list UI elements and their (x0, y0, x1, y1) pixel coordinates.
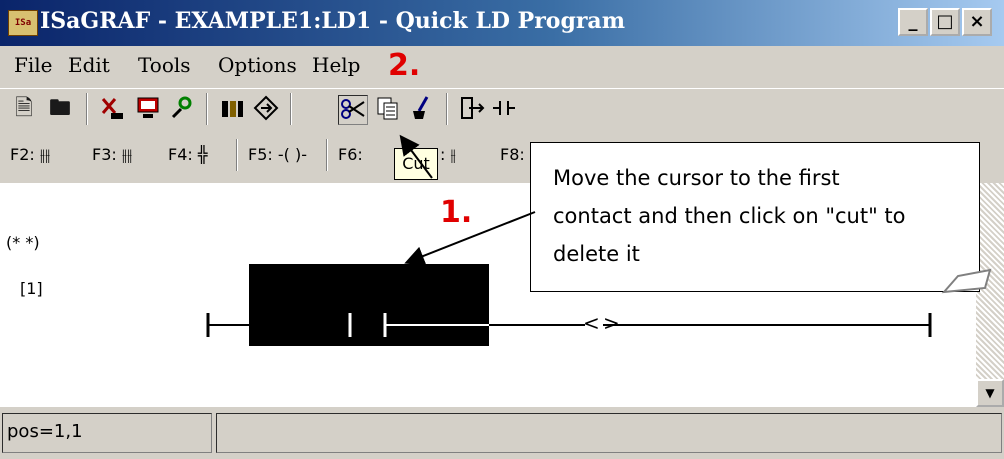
paste-brush-icon[interactable] (408, 95, 436, 123)
window-title: ISaGRAF - EXAMPLE1:LD1 - Quick LD Progra… (40, 8, 625, 34)
menu-file[interactable]: File (14, 53, 53, 77)
toolbar-separator (446, 93, 448, 125)
step-2-annotation: 2. (388, 48, 421, 83)
toolbar-separator (290, 93, 292, 125)
f3-contact-key[interactable]: F3: ⫲⫲ (92, 145, 132, 165)
open-icon[interactable]: 🖿 (46, 95, 74, 123)
compile-icon[interactable] (252, 95, 280, 123)
selected-contact-highlight (249, 264, 489, 346)
vertical-scrollbar[interactable]: ▼ (976, 183, 1004, 407)
library-icon[interactable] (218, 95, 246, 123)
f6-key[interactable]: F6: (338, 145, 363, 164)
f8-key[interactable]: F8: (500, 145, 525, 164)
scroll-down-button[interactable]: ▼ (976, 379, 1004, 407)
monitor-icon[interactable] (134, 95, 162, 123)
toolbar-separator (236, 139, 238, 171)
cut-icon[interactable] (338, 95, 368, 125)
status-bar: pos=1,1 (0, 407, 1004, 459)
app-icon: ISa (8, 10, 38, 36)
tools-icon[interactable] (168, 95, 196, 123)
f5-coil-key[interactable]: F5: -( )- (248, 145, 307, 164)
instruction-callout: Move the cursor to the first contact and… (530, 142, 980, 292)
menu-tools[interactable]: Tools (138, 53, 191, 77)
menu-bar: File Edit Tools Options Help 2. (0, 46, 1004, 88)
coil-left: < (583, 311, 600, 335)
menu-options[interactable]: Options (218, 53, 297, 77)
title-bar[interactable]: ISa ISaGRAF - EXAMPLE1:LD1 - Quick LD Pr… (0, 0, 1004, 46)
callout-line-3: delete it (553, 242, 640, 266)
maximize-button[interactable]: □ (930, 8, 960, 36)
close-button[interactable]: × (962, 8, 992, 36)
toolbar-separator (206, 93, 208, 125)
callout-line-1: Move the cursor to the first (553, 166, 840, 190)
f2-contact-key[interactable]: F2: ⫲⫲ (10, 145, 50, 165)
menu-edit[interactable]: Edit (68, 53, 110, 77)
toolbar-separator (326, 139, 328, 171)
callout-line-2: contact and then click on "cut" to (553, 204, 906, 228)
coil-right: > (603, 311, 620, 335)
f7-key[interactable]: : ⫲ (440, 145, 456, 165)
toolbar-separator (86, 93, 88, 125)
minimize-button[interactable]: _ (898, 8, 928, 36)
cut-tooltip: Cut (394, 148, 438, 180)
new-doc-icon[interactable]: 🗎 (10, 95, 38, 123)
main-toolbar: 🗎 🖿 (0, 88, 1004, 130)
copy-icon[interactable] (374, 95, 402, 123)
status-position: pos=1,1 (2, 413, 212, 453)
f4-parallel-key[interactable]: F4: ╬ (168, 145, 208, 164)
cut-spell-icon[interactable] (98, 95, 126, 123)
menu-help[interactable]: Help (312, 53, 360, 77)
contact-icon[interactable] (490, 95, 518, 123)
insert-icon[interactable] (458, 95, 486, 123)
status-message (216, 413, 1002, 453)
